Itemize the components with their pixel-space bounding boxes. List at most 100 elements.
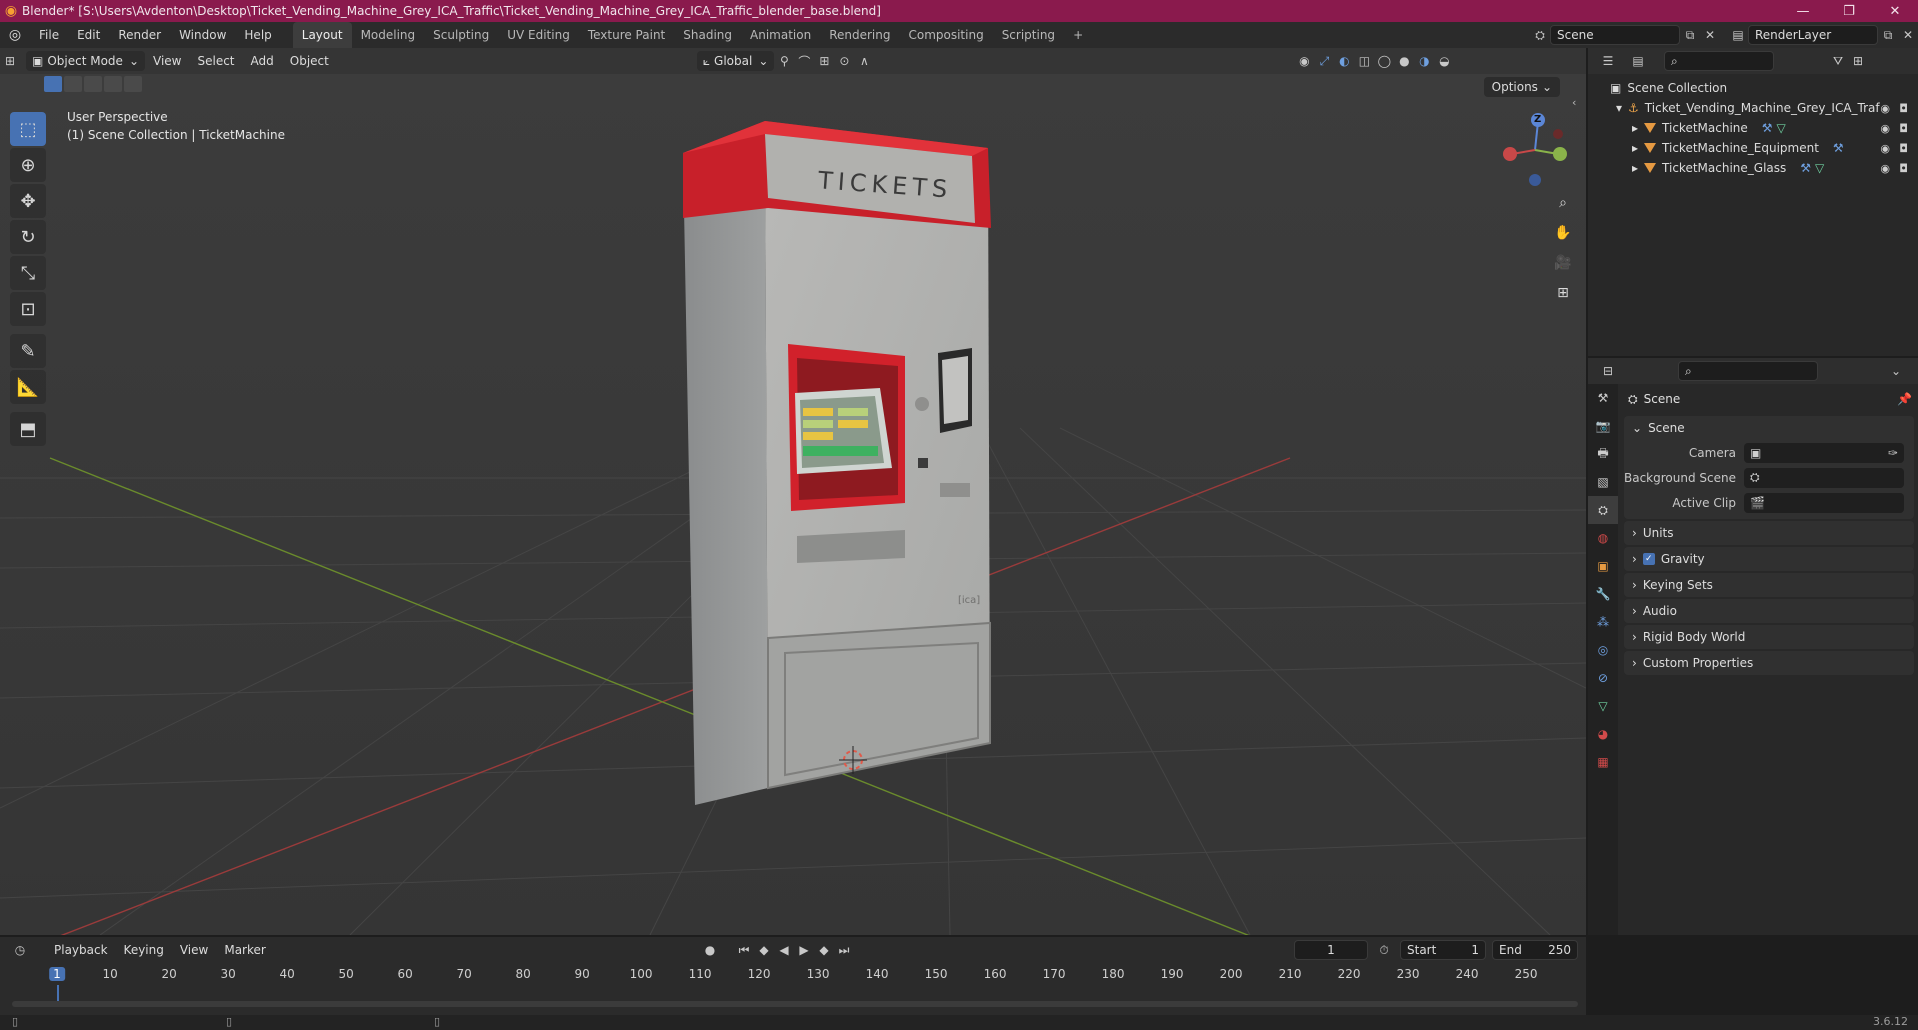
select-new-icon[interactable] [44,76,62,92]
pin-icon[interactable]: 📌 [1897,392,1912,406]
falloff-icon[interactable]: ∧ [854,51,874,71]
viewport-menu-view[interactable]: View [145,54,189,68]
gravity-panel[interactable]: › ✓ Gravity [1624,547,1914,571]
keying-sets-panel[interactable]: › Keying Sets [1624,573,1914,597]
mode-dropdown[interactable]: ▣ Object Mode ⌄ [26,51,145,71]
view-layer-tab-icon[interactable]: ▧ [1588,468,1618,496]
rendered-shading-icon[interactable]: ◒ [1434,51,1454,71]
options-dropdown[interactable]: Options ⌄ [1483,77,1560,97]
scene-panel-header[interactable]: ⌄ Scene [1624,416,1914,440]
expand-arrow-icon[interactable]: ▸ [1632,121,1638,135]
render-tab-icon[interactable]: 📷 [1588,412,1618,440]
camera-field[interactable]: ▣ ✑ [1744,442,1904,463]
viewport-menu-object[interactable]: Object [282,54,337,68]
select-subtract-icon[interactable] [84,76,102,92]
display-mode-icon[interactable]: ▤ [1628,51,1648,71]
eye-icon[interactable]: ◉ [1880,102,1890,115]
current-frame-field[interactable]: 1 [1294,940,1368,960]
scene-tab-icon[interactable]: ⛭ [1588,496,1618,524]
expand-arrow-icon[interactable]: ▸ [1632,141,1638,155]
maximize-button[interactable]: ❐ [1826,0,1872,22]
scene-icon[interactable]: ⛭ [1530,25,1550,45]
minimize-button[interactable]: — [1780,0,1826,22]
ticket-machine-model[interactable]: [ica] [683,121,991,805]
outliner-search-input[interactable]: ⌕ [1664,51,1774,71]
annotate-tool[interactable]: ✎ [10,334,46,368]
scale-tool[interactable]: ⤡ [10,256,46,290]
tab-modeling[interactable]: Modeling [352,22,425,48]
delete-layer-icon[interactable]: ✕ [1898,25,1918,45]
tab-texture-paint[interactable]: Texture Paint [579,22,674,48]
material-tab-icon[interactable]: ◕ [1588,720,1618,748]
tab-animation[interactable]: Animation [741,22,820,48]
material-shading-icon[interactable]: ◑ [1414,51,1434,71]
rigid-body-world-panel[interactable]: › Rigid Body World [1624,625,1914,649]
menu-render[interactable]: Render [109,22,170,48]
3d-viewport[interactable]: [ica] TICKETS ⊞ ▣ Object Mode ⌄ View Sel… [0,48,1586,935]
end-frame-field[interactable]: End 250 [1492,940,1578,960]
output-tab-icon[interactable]: 🖶 [1588,440,1618,468]
renderlayer-icon[interactable]: ▤ [1728,25,1748,45]
outliner-editor-icon[interactable]: ☰ [1598,51,1618,71]
tab-sculpting[interactable]: Sculpting [424,22,498,48]
transform-tool[interactable]: ⊡ [10,292,46,326]
properties-search-input[interactable]: ⌕ [1678,361,1818,381]
tab-compositing[interactable]: Compositing [899,22,992,48]
scene-selector[interactable]: Scene [1550,25,1680,45]
camera-view-icon[interactable]: 🎥 [1550,250,1576,276]
tool-tab-icon[interactable]: ⚒ [1588,384,1618,412]
play-icon[interactable]: ▶ [794,940,814,960]
rotate-tool[interactable]: ↻ [10,220,46,254]
outliner-row-collection[interactable]: ▾ ⚓ Ticket_Vending_Machine_Grey_ICA_Traf… [1588,98,1918,118]
properties-editor-icon[interactable]: ⊟ [1598,361,1618,381]
overlay-toggle-icon[interactable]: ◐ [1334,51,1354,71]
menu-window[interactable]: Window [170,22,235,48]
orientation-dropdown[interactable]: ⟀ Global ⌄ [696,51,775,71]
renderlayer-selector[interactable]: RenderLayer [1748,25,1878,45]
constraints-tab-icon[interactable]: ⊘ [1588,664,1618,692]
expand-arrow-icon[interactable]: ▾ [1616,101,1622,115]
object-tab-icon[interactable]: ▣ [1588,552,1618,580]
audio-panel[interactable]: › Audio [1624,599,1914,623]
render-camera-icon[interactable]: ◘ [1899,142,1908,155]
new-scene-icon[interactable]: ⧉ [1680,25,1700,45]
filter-icon[interactable]: ⛛ [1828,51,1848,71]
viewport-menu-select[interactable]: Select [189,54,242,68]
zoom-icon[interactable]: ⌕ [1550,190,1576,216]
pivot-icon[interactable]: ⚲ [774,51,794,71]
timeline-editor-icon[interactable]: ◷ [10,940,30,960]
snap-icon[interactable]: ⌒ [794,51,814,71]
tab-layout[interactable]: Layout [292,22,352,48]
menu-help[interactable]: Help [235,22,280,48]
select-intersect-icon[interactable] [124,76,142,92]
proportional-edit-icon[interactable]: ⊙ [834,51,854,71]
texture-tab-icon[interactable]: ▦ [1588,748,1618,776]
tab-rendering[interactable]: Rendering [820,22,899,48]
cursor-tool[interactable]: ⊕ [10,148,46,182]
solid-shading-icon[interactable]: ● [1394,51,1414,71]
prev-keyframe-icon[interactable]: ◆ [754,940,774,960]
select-extend-icon[interactable] [64,76,82,92]
frame-ruler[interactable]: 1 10 20 30 40 50 60 70 80 90 100 110 120 130 140 150 160… [0,965,1586,985]
world-tab-icon[interactable]: ◍ [1588,524,1618,552]
timeline-scrollbar[interactable] [12,1001,1578,1007]
timeline-menu-view[interactable]: View [172,943,216,957]
add-workspace-button[interactable]: + [1064,22,1092,48]
record-icon[interactable]: ● [700,940,720,960]
blender-menu-icon[interactable]: ◎ [0,27,30,43]
jump-end-icon[interactable]: ⏭ [834,940,854,960]
gizmo-toggle-icon[interactable]: ⤢ [1314,51,1334,71]
select-invert-icon[interactable] [104,76,122,92]
viewport-menu-add[interactable]: Add [243,54,282,68]
units-panel[interactable]: › Units [1624,521,1914,545]
new-layer-icon[interactable]: ⧉ [1878,25,1898,45]
gravity-checkbox[interactable]: ✓ [1642,553,1655,565]
start-frame-field[interactable]: Start 1 [1400,940,1486,960]
wireframe-shading-icon[interactable]: ◯ [1374,51,1394,71]
background-scene-field[interactable]: ⛭ [1744,467,1904,488]
outliner-row-ticketmachine[interactable]: ▸ TicketMachine ⚒ ▽ ◉ ◘ [1588,118,1918,138]
timeline-menu-playback[interactable]: Playback [46,943,116,957]
eye-icon[interactable]: ◉ [1880,162,1890,175]
render-camera-icon[interactable]: ◘ [1899,122,1908,135]
menu-edit[interactable]: Edit [68,22,109,48]
